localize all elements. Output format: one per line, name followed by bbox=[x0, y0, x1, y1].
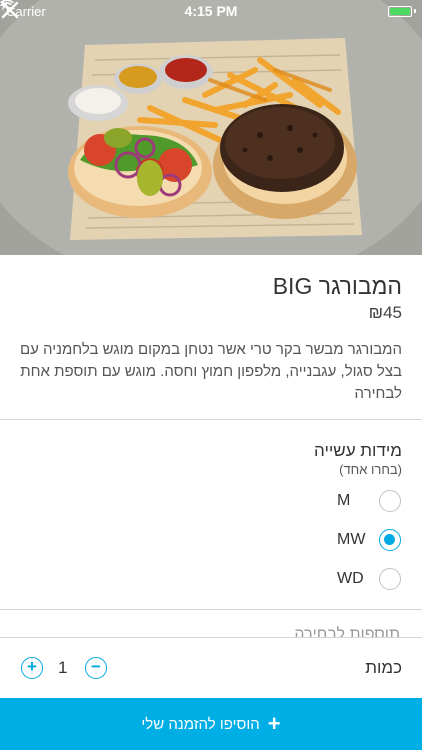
plus-icon: + bbox=[267, 711, 281, 736]
status-bar: Carrier 4:15 PM bbox=[0, 0, 422, 22]
quantity-label: כמות bbox=[365, 658, 402, 677]
radio-button-unchecked[interactable] bbox=[379, 490, 401, 512]
close-icon[interactable] bbox=[0, 0, 20, 20]
quantity-increase-button[interactable]: + bbox=[21, 657, 43, 679]
quantity-decrease-button[interactable]: − bbox=[85, 657, 107, 679]
status-time: 4:15 PM bbox=[184, 3, 238, 19]
item-price: ₪45 bbox=[368, 303, 402, 322]
item-description: המבורגר מבשר בקר טרי אשר נטחן במקום מוגש… bbox=[19, 341, 402, 402]
burger-illustration bbox=[0, 0, 422, 255]
option-label: M bbox=[337, 492, 351, 509]
add-to-order-label: הוסיפו להזמנה שלי bbox=[141, 715, 260, 733]
option-label: MW bbox=[337, 531, 366, 548]
radio-button-unchecked[interactable] bbox=[379, 568, 401, 590]
battery-icon bbox=[0, 0, 416, 17]
option-label: WD bbox=[337, 570, 364, 587]
add-to-order-button[interactable]: + הוסיפו להזמנה שלי bbox=[0, 698, 422, 750]
radio-button-checked[interactable] bbox=[379, 529, 401, 551]
item-title: המבורגר BIG bbox=[272, 273, 402, 299]
quantity-value: 1 bbox=[58, 658, 68, 677]
quantity-bar: כמות + 1 − bbox=[0, 637, 422, 698]
option-mw[interactable]: MW bbox=[0, 525, 422, 555]
divider bbox=[0, 609, 422, 610]
divider bbox=[0, 419, 422, 420]
option-wd[interactable]: WD bbox=[0, 564, 422, 594]
option-m[interactable]: M bbox=[0, 486, 422, 516]
doneness-group-subtitle: (בחרו אחד) bbox=[339, 462, 402, 477]
dish-photo: Carrier 4:15 PM bbox=[0, 0, 422, 255]
doneness-group-title: מידות עשייה bbox=[314, 441, 402, 460]
